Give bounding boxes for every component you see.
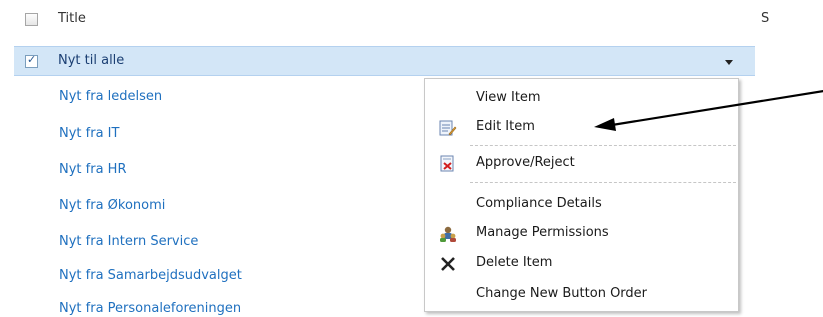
item-context-menu: View Item Edit Item Approve/Reject Compl… (424, 78, 739, 312)
item-dropdown-button[interactable] (721, 52, 737, 70)
menu-item-label: Approve/Reject (476, 155, 575, 170)
edit-icon (439, 119, 457, 137)
menu-item-label: Compliance Details (476, 196, 602, 211)
menu-item-label: Edit Item (476, 119, 535, 134)
menu-item-label: Change New Button Order (476, 286, 648, 301)
title-column-header[interactable]: Title (58, 11, 86, 26)
menu-item-label: Delete Item (476, 255, 553, 270)
menu-item-approve-reject[interactable]: Approve/Reject (425, 152, 738, 176)
list-item-link[interactable]: Nyt fra Samarbejdsudvalget (59, 268, 242, 283)
menu-item-edit[interactable]: Edit Item (425, 116, 738, 140)
approve-reject-icon (439, 155, 457, 173)
selected-item-title[interactable]: Nyt til alle (58, 53, 124, 68)
list-item-link[interactable]: Nyt fra HR (59, 162, 126, 177)
permissions-icon (439, 225, 457, 243)
menu-separator (470, 182, 736, 183)
list-item-link[interactable]: Nyt fra Personaleforeningen (59, 301, 241, 316)
item-checkbox-checked[interactable] (25, 53, 38, 68)
menu-item-label: Manage Permissions (476, 225, 609, 240)
menu-item-compliance-details[interactable]: Compliance Details (425, 193, 738, 217)
menu-item-manage-permissions[interactable]: Manage Permissions (425, 222, 738, 246)
menu-item-label: View Item (476, 90, 541, 105)
list-item-link[interactable]: Nyt fra Økonomi (59, 198, 165, 213)
menu-separator (470, 145, 736, 146)
list-header: Title S (0, 0, 823, 38)
selected-list-item[interactable]: Nyt til alle (14, 46, 755, 76)
second-column-header[interactable]: S (761, 11, 769, 26)
list-item-link[interactable]: Nyt fra IT (59, 126, 119, 141)
menu-item-view[interactable]: View Item (425, 87, 738, 111)
delete-icon (439, 255, 457, 273)
list-item-link[interactable]: Nyt fra ledelsen (59, 89, 162, 104)
list-item-link[interactable]: Nyt fra Intern Service (59, 234, 198, 249)
select-all-checkbox[interactable] (25, 13, 38, 26)
menu-item-change-new-button-order[interactable]: Change New Button Order (425, 283, 738, 307)
menu-item-delete[interactable]: Delete Item (425, 252, 738, 276)
